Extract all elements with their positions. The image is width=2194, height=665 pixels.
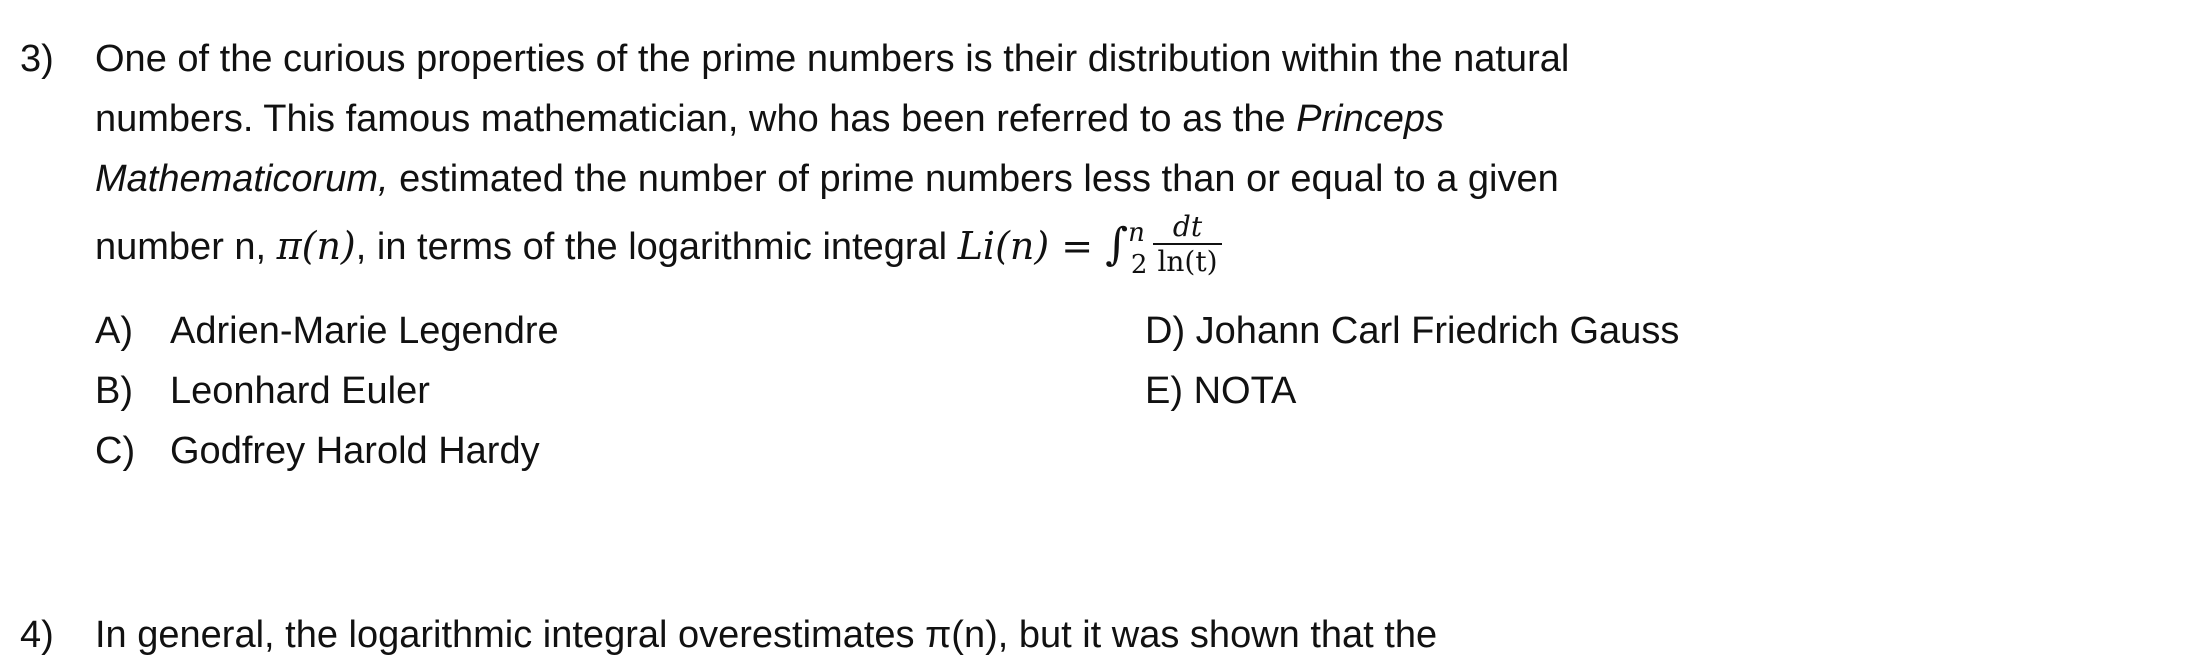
italic-term: Mathematicorum, — [95, 158, 389, 200]
choice-text: Adrien-Marie Legendre — [170, 310, 559, 352]
question-number: 4) — [20, 614, 54, 656]
question-text: One of the curious properties of the pri… — [95, 38, 1570, 80]
fraction-denominator: ln(t) — [1157, 245, 1218, 278]
choice-d[interactable]: D) Johann Carl Friedrich Gauss — [1145, 301, 1679, 361]
choice-letter: A) — [95, 310, 133, 352]
choice-letter: B) — [95, 370, 133, 412]
choice-c[interactable]: C) Godfrey Harold Hardy — [95, 421, 540, 481]
question-text: estimated the number of prime numbers le… — [388, 158, 1559, 200]
choice-letter: E) — [1145, 370, 1183, 412]
question-text-line-3: Mathematicorum, estimated the number of … — [95, 149, 1559, 209]
question-4-partial: 4) In general, the logarithmic integral … — [0, 605, 2194, 665]
fraction-numerator: dt — [1153, 211, 1222, 245]
choice-text: NOTA — [1193, 370, 1297, 412]
integral-lower-limit: 2 — [1130, 250, 1148, 281]
question-text-line-4: number n, π(n), in terms of the logarith… — [95, 211, 1222, 283]
choice-b[interactable]: B) Leonhard Euler — [95, 361, 430, 421]
choice-letter: C) — [95, 430, 136, 472]
italic-term: Princeps — [1296, 98, 1444, 140]
integral-sign: ∫ — [1105, 219, 1129, 271]
question-text: numbers. This famous mathematician, who … — [95, 98, 1297, 140]
document-page: 3) One of the curious properties of the … — [0, 0, 2194, 656]
question-text-line-1: In general, the logarithmic integral ove… — [95, 614, 1438, 656]
pi-function: π(n) — [276, 224, 356, 269]
question-text: number n, — [95, 226, 277, 269]
choice-text: Godfrey Harold Hardy — [170, 430, 540, 472]
question-text: , in terms of the logarithmic integral — [355, 226, 958, 269]
integral-upper-limit: n — [1128, 218, 1145, 249]
question-text-line-1: One of the curious properties of the pri… — [95, 29, 1569, 89]
choice-a[interactable]: A) Adrien-Marie Legendre — [95, 301, 559, 361]
question-number: 3) — [20, 38, 54, 80]
question-text-line-2: numbers. This famous mathematician, who … — [95, 89, 1444, 149]
fraction: dt ln(t) — [1153, 211, 1222, 279]
choice-text: Johann Carl Friedrich Gauss — [1195, 310, 1680, 352]
choice-text: Leonhard Euler — [170, 370, 430, 412]
choice-letter: D) — [1145, 310, 1186, 352]
choice-e[interactable]: E) NOTA — [1145, 361, 1296, 421]
formula-lhs: Li(n) = — [957, 224, 1106, 269]
